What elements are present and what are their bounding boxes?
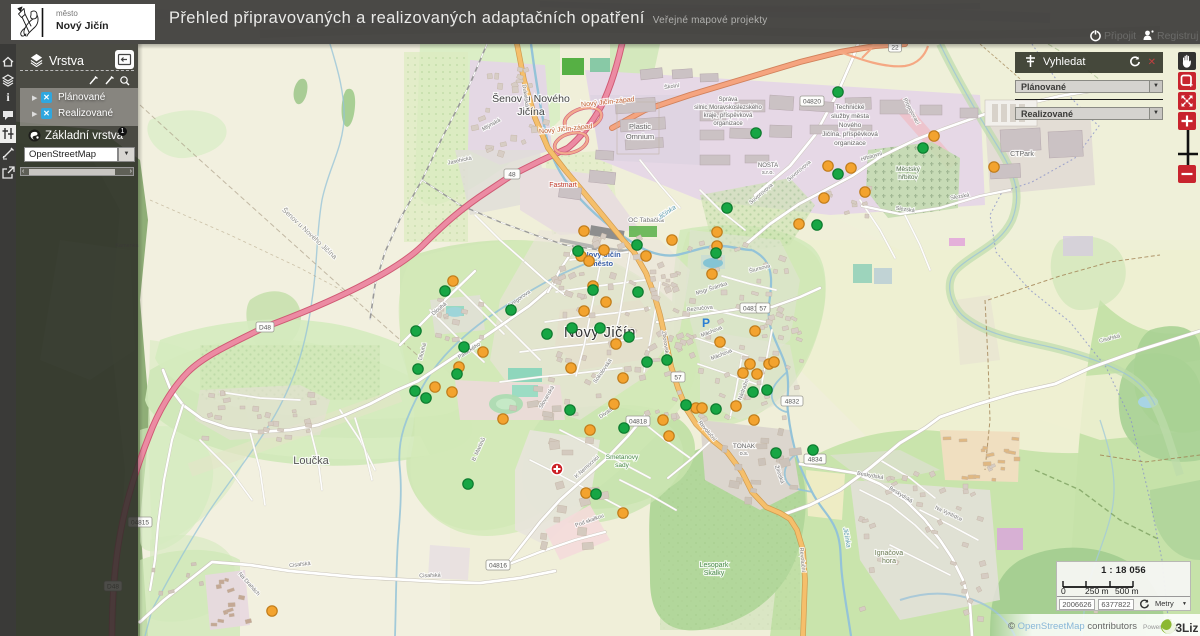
svg-text:Loučka: Loučka [293,455,329,467]
svg-text:Lesopark: Lesopark [700,562,729,569]
svg-text:Cisařská: Cisařská [419,573,442,580]
svg-text:Omnium: Omnium [626,132,654,141]
svg-text:sady: sady [615,462,629,469]
svg-text:Městský: Městský [896,166,921,173]
svg-text:Plastic: Plastic [629,122,651,131]
svg-text:s.r.o.: s.r.o. [762,170,774,176]
svg-text:Smetanovy: Smetanovy [606,454,639,461]
svg-text:Správa: Správa [718,97,738,103]
svg-text:o.s.: o.s. [740,451,749,457]
svg-text:kraje, příspěvková: kraje, příspěvková [704,113,753,119]
svg-text:CTPark: CTPark [1010,151,1034,158]
svg-text:Šenov u Nového: Šenov u Nového [492,92,570,105]
svg-text:hřbitov: hřbitov [898,174,918,181]
svg-text:04820: 04820 [803,98,821,105]
svg-text:Jičína: Jičína [517,106,545,118]
svg-text:Ignačova: Ignačova [875,550,904,557]
svg-text:služby města: služby města [831,113,869,120]
svg-text:04818: 04818 [629,418,647,425]
svg-text:organizace: organizace [713,121,743,127]
svg-text:D48: D48 [259,324,271,331]
svg-text:TONAK: TONAK [733,443,756,450]
svg-text:organizace: organizace [834,140,866,147]
svg-text:57: 57 [674,374,682,381]
svg-text:Skalky: Skalky [704,570,725,577]
svg-text:3Liz: 3Liz [1175,621,1198,635]
svg-text:48: 48 [508,171,516,178]
svg-text:04816: 04816 [489,562,507,569]
svg-text:4834: 4834 [808,456,823,463]
svg-text:57: 57 [759,305,767,312]
svg-text:hora: hora [882,558,896,565]
svg-text:silnic Moravskoslezského: silnic Moravskoslezského [694,105,762,111]
svg-text:4832: 4832 [785,398,800,405]
svg-text:NOSTA: NOSTA [758,163,778,169]
svg-text:Nového: Nového [839,122,862,129]
svg-text:Fastmart: Fastmart [549,182,577,189]
svg-text:Jičína, příspěvková: Jičína, příspěvková [822,131,878,138]
svg-text:Technické: Technické [836,104,865,111]
svg-text:P: P [702,316,710,330]
